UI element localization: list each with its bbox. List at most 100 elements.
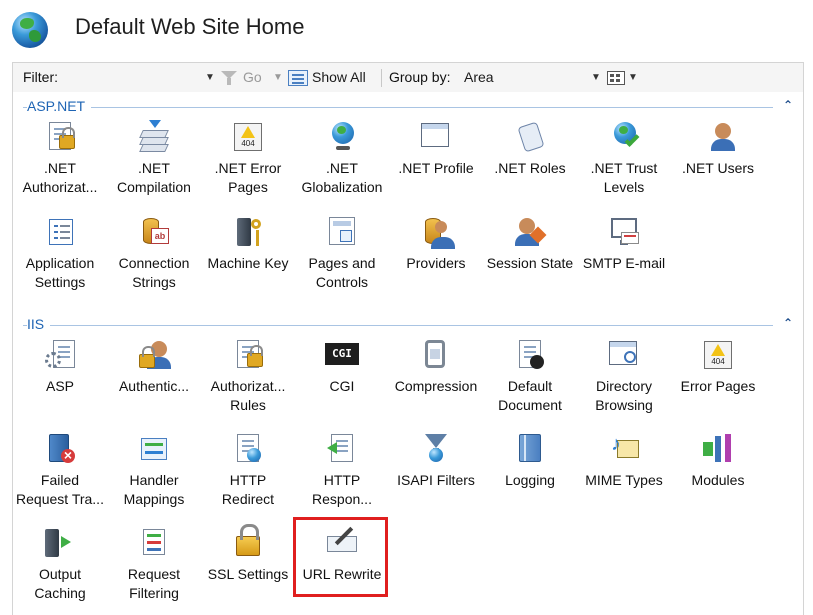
go-button[interactable]: Go [243,69,262,85]
feature-isapi-filters[interactable]: ISAPI Filters [389,432,483,490]
go-funnel-icon[interactable] [221,71,237,85]
authorization-rules-icon [231,338,265,372]
feature-net-users[interactable]: .NET Users [671,120,765,178]
feature-machine-key[interactable]: Machine Key [201,215,295,273]
net-authorization-icon [43,120,77,154]
asp-icon [43,338,77,372]
toolbar-separator [381,69,382,87]
feature-application-settings[interactable]: Application Settings [13,215,107,292]
feature-session-state[interactable]: Session State [483,215,577,273]
feature-http-response-headers[interactable]: HTTP Respon... [295,432,389,509]
globe-icon [12,12,48,48]
feature-label: MIME Types [585,472,663,488]
net-compilation-icon [137,120,171,154]
group-header-aspnet[interactable]: ASP.NET ⌃ [13,96,803,116]
feature-error-pages[interactable]: Error Pages [671,338,765,396]
mime-types-icon: ♪ [607,432,641,466]
net-users-icon [701,120,735,154]
feature-authentication[interactable]: Authentic... [107,338,201,396]
feature-label: Error Pages [680,378,756,394]
show-all-icon[interactable] [288,70,308,86]
modules-icon [701,432,735,466]
feature-authorization-rules[interactable]: Authorizat... Rules [201,338,295,415]
feature-smtp-email[interactable]: SMTP E-mail [577,215,671,273]
feature-label: .NET Globalization [301,160,383,195]
collapse-icon[interactable]: ⌃ [783,316,793,330]
feature-net-error-pages[interactable]: .NET Error Pages [201,120,295,197]
filter-input[interactable] [71,69,211,87]
feature-modules[interactable]: Modules [671,432,765,490]
feature-handler-mappings[interactable]: Handler Mappings [107,432,201,509]
providers-icon [419,215,455,249]
feature-label: Default Document [498,378,562,413]
view-mode-icon[interactable] [607,71,625,85]
feature-cgi[interactable]: CGI CGI [295,338,389,396]
feature-ssl-settings[interactable]: SSL Settings [201,524,295,584]
feature-http-redirect[interactable]: HTTP Redirect [201,432,295,509]
group-by-select[interactable]: Area [464,69,494,85]
feature-connection-strings[interactable]: ab Connection Strings [107,215,201,292]
feature-net-globalization[interactable]: .NET Globalization [295,120,389,197]
feature-directory-browsing[interactable]: Directory Browsing [577,338,671,415]
feature-label: Failed Request Tra... [16,472,104,507]
feature-label: Authentic... [118,378,190,394]
feature-label: ISAPI Filters [397,472,475,488]
feature-label: ASP [45,378,74,394]
http-redirect-icon [231,432,265,466]
show-all-button[interactable]: Show All [312,69,366,85]
feature-compression[interactable]: Compression [389,338,483,396]
feature-logging[interactable]: Logging [483,432,577,490]
go-dropdown-icon[interactable]: ▼ [273,72,283,83]
filter-dropdown-icon[interactable]: ▼ [205,72,215,83]
feature-label: Pages and Controls [308,255,376,290]
group-divider [23,325,773,326]
handler-mappings-icon [137,432,171,466]
authentication-icon [137,338,171,372]
feature-output-caching[interactable]: Output Caching [13,526,107,603]
filter-label: Filter: [23,69,58,85]
feature-asp[interactable]: ASP [13,338,107,396]
feature-providers[interactable]: Providers [389,215,483,273]
feature-failed-request-tracing[interactable]: Failed Request Tra... [13,432,107,509]
feature-net-authorization[interactable]: .NET Authorizat... [13,120,107,197]
net-trust-levels-icon [607,120,641,154]
group-by-label: Group by: [389,69,451,85]
padlock-icon [231,524,265,560]
feature-label: .NET Authorizat... [22,160,98,195]
net-globalization-icon [325,120,359,154]
feature-label: Machine Key [207,255,289,271]
directory-browsing-icon [607,338,641,372]
feature-pages-and-controls[interactable]: Pages and Controls [295,215,389,292]
feature-mime-types[interactable]: ♪ MIME Types [577,432,671,490]
feature-label: Session State [486,255,574,271]
group-by-dropdown-icon[interactable]: ▼ [591,72,601,83]
view-mode-dropdown-icon[interactable]: ▼ [628,72,638,83]
feature-net-compilation[interactable]: .NET Compilation [107,120,201,197]
failed-request-tracing-icon [43,432,77,466]
feature-label: Directory Browsing [595,378,653,413]
isapi-filters-icon [419,432,453,466]
feature-label: Request Filtering [127,566,181,601]
application-settings-icon [43,215,77,249]
collapse-icon[interactable]: ⌃ [783,98,793,112]
feature-net-profile[interactable]: .NET Profile [389,120,483,178]
logging-icon [513,432,547,466]
feature-label: Application Settings [25,255,95,290]
group-title: IIS [27,316,51,332]
feature-label: SMTP E-mail [582,255,666,271]
default-document-icon [513,338,547,372]
compression-icon [419,338,453,372]
pages-and-controls-icon [325,215,359,249]
feature-default-document[interactable]: Default Document [483,338,577,415]
feature-label: SSL Settings [207,566,289,582]
feature-label: HTTP Respon... [312,472,372,507]
request-filtering-icon [137,526,171,560]
highlight-box [293,517,388,597]
group-header-iis[interactable]: IIS ⌃ [13,314,803,334]
net-profile-icon [419,120,453,154]
feature-request-filtering[interactable]: Request Filtering [107,526,201,603]
http-response-headers-icon [325,432,359,466]
feature-net-trust-levels[interactable]: .NET Trust Levels [577,120,671,197]
feature-net-roles[interactable]: .NET Roles [483,120,577,178]
error-pages-icon [701,338,735,372]
